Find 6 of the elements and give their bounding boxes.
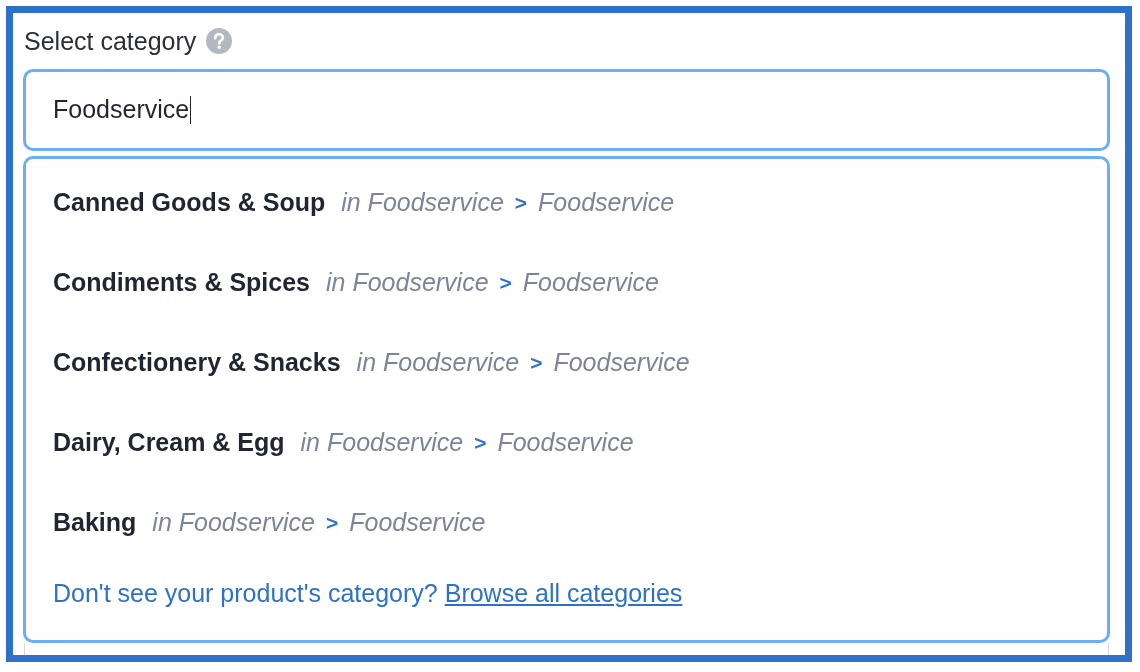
field-label: Select category [24, 26, 197, 56]
help-icon [206, 28, 233, 54]
text-cursor-icon [190, 96, 192, 124]
help-text: Don't see your product's category? Browse all categories [53, 578, 683, 610]
browse-categories-link[interactable]: Browse all categories [444, 579, 683, 608]
search-field[interactable]: Foodservice [23, 69, 1110, 151]
